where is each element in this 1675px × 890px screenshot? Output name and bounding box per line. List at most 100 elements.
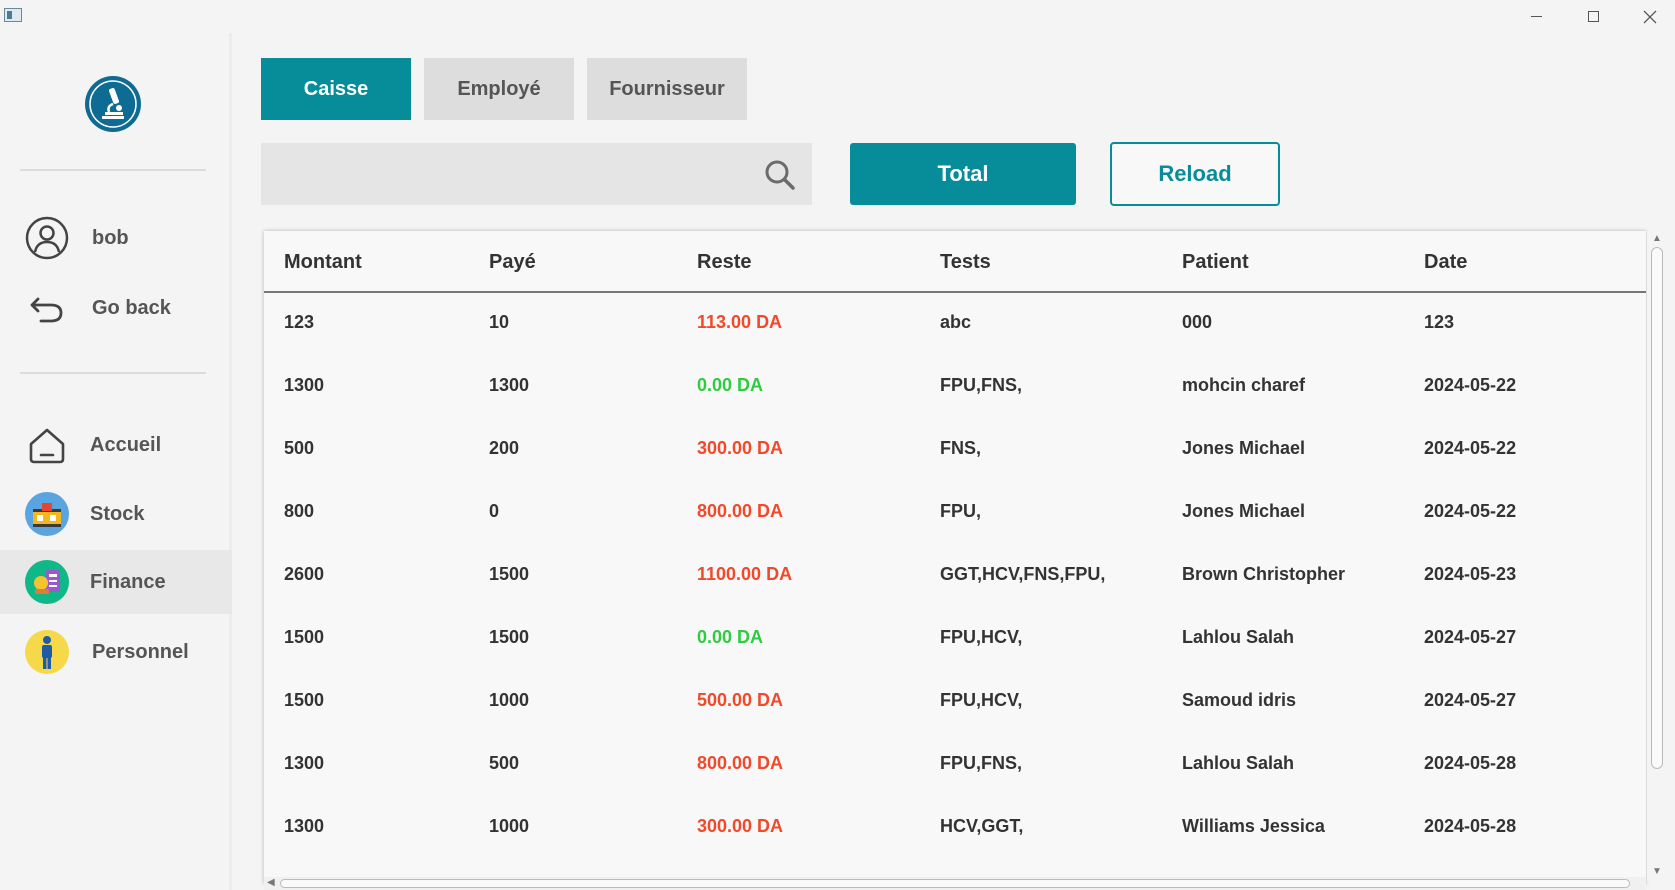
column-header-date[interactable]: Date	[1424, 251, 1467, 274]
stock-icon	[24, 491, 70, 537]
cell-reste: 113.00 DA	[697, 312, 783, 332]
finance-table: Montant Payé Reste Tests Patient Date 12…	[264, 231, 1646, 884]
cell-date: 123	[1424, 312, 1455, 332]
cell-paye: 500	[489, 753, 520, 773]
cell-paye: 1500	[489, 564, 530, 584]
user-name: bob	[92, 226, 129, 249]
cell-tests: GGT,HCV,FNS,FPU,	[940, 564, 1106, 584]
cell-tests: FPU,HCV,	[940, 627, 1023, 647]
cell-paye: 1000	[489, 690, 530, 710]
cell-date: 2024-05-28	[1424, 816, 1517, 836]
cell-patient: Jones Michael	[1182, 501, 1306, 521]
sidebar-item-finance[interactable]: Finance	[0, 550, 232, 614]
close-button[interactable]	[1622, 0, 1675, 33]
finance-icon	[24, 559, 70, 605]
sidebar-item-label: Accueil	[90, 433, 162, 456]
close-icon	[1643, 10, 1657, 23]
cell-date: 2024-05-22	[1424, 438, 1517, 458]
cell-patient: mohcin charef	[1182, 375, 1306, 395]
cell-montant: 2600	[284, 564, 325, 584]
cell-patient: Lahlou Salah	[1182, 627, 1295, 647]
sidebar-item-personnel[interactable]: Personnel	[0, 620, 232, 684]
table-row[interactable]: 500 200 300.00 DA FNS, Jones Michael 2024-05-…	[264, 419, 1646, 482]
cell-date: 2024-05-27	[1424, 690, 1517, 710]
cell-reste: 500.00 DA	[697, 690, 784, 710]
search-input[interactable]	[261, 143, 812, 205]
cell-patient: Lahlou Salah	[1182, 753, 1295, 773]
sidebar-item-accueil[interactable]: Accueil	[0, 413, 232, 477]
tab-employe[interactable]: Employé	[424, 58, 574, 120]
table-row[interactable]: 1500 1000 500.00 DA FPU,HCV, Samoud idris 202…	[264, 671, 1646, 734]
table-row[interactable]: 2600 1500 1100.00 DA GGT,HCV,FNS,FPU, Brown …	[264, 545, 1646, 608]
horizontal-scrollbar[interactable]: ◀	[264, 877, 1646, 890]
minimize-icon	[1530, 16, 1542, 17]
maximize-button[interactable]	[1565, 0, 1621, 33]
cell-montant: 1300	[284, 816, 325, 836]
reload-button[interactable]: Reload	[1110, 142, 1280, 206]
user-profile[interactable]: bob	[0, 206, 232, 270]
sidebar-item-label: Stock	[90, 502, 145, 525]
cell-montant: 500	[284, 438, 315, 458]
column-header-paye[interactable]: Payé	[489, 251, 536, 274]
vertical-scroll-thumb[interactable]	[1651, 247, 1663, 769]
microscope-logo-icon	[85, 76, 141, 132]
table-row[interactable]: 800 0 800.00 DA FPU, Jones Michael 2024-05-22	[264, 482, 1646, 545]
cell-paye: 1000	[489, 816, 530, 836]
cell-date: 2024-05-22	[1424, 375, 1517, 395]
search-icon[interactable]	[763, 158, 797, 192]
scroll-left-icon[interactable]: ◀	[267, 877, 275, 888]
horizontal-scroll-thumb[interactable]	[280, 879, 1630, 888]
cell-paye: 10	[489, 312, 510, 332]
cell-tests: HCV,GGT,	[940, 816, 1024, 836]
scroll-up-icon[interactable]: ▲	[1652, 233, 1662, 244]
table-row[interactable]: 1300 500 800.00 DA FPU,FNS, Lahlou Salah 2024…	[264, 734, 1646, 797]
column-header-montant[interactable]: Montant	[284, 251, 362, 274]
cell-paye: 1300	[489, 375, 530, 395]
cell-montant: 1500	[284, 690, 325, 710]
column-header-tests[interactable]: Tests	[940, 251, 991, 274]
tab-fournisseur[interactable]: Fournisseur	[587, 58, 747, 120]
cell-tests: FPU,FNS,	[940, 753, 1023, 773]
personnel-icon	[24, 629, 70, 675]
scroll-down-icon[interactable]: ▼	[1652, 866, 1662, 877]
vertical-scrollbar[interactable]: ▲ ▼	[1647, 231, 1667, 881]
cell-reste: 0.00 DA	[697, 375, 764, 395]
sidebar-item-label: Finance	[90, 570, 166, 593]
tab-caisse[interactable]: Caisse	[261, 58, 411, 120]
undo-arrow-icon	[24, 285, 70, 331]
column-header-patient[interactable]: Patient	[1182, 251, 1249, 274]
cell-patient: Samoud idris	[1182, 690, 1297, 710]
cell-patient: Brown Christopher	[1182, 564, 1346, 584]
cell-montant: 800	[284, 501, 315, 521]
cell-date: 2024-05-23	[1424, 564, 1517, 584]
table-row[interactable]: 1500 1500 0.00 DA FPU,HCV, Lahlou Salah 2024-…	[264, 608, 1646, 671]
go-back-label: Go back	[92, 296, 171, 319]
cell-date: 2024-05-28	[1424, 753, 1517, 773]
cell-tests: FPU,FNS,	[940, 375, 1023, 395]
sidebar-item-stock[interactable]: Stock	[0, 482, 232, 546]
cell-montant: 1300	[284, 375, 325, 395]
sidebar-item-label: Personnel	[92, 640, 189, 663]
cell-patient: 000	[1182, 312, 1213, 332]
cell-reste: 800.00 DA	[697, 501, 784, 521]
column-header-reste[interactable]: Reste	[697, 251, 751, 274]
cell-tests: FPU,	[940, 501, 982, 521]
minimize-button[interactable]	[1508, 0, 1564, 33]
go-back-button[interactable]: Go back	[0, 276, 232, 340]
table-row[interactable]: 1300 1000 300.00 DA HCV,GGT, Williams Jessic…	[264, 797, 1646, 860]
sidebar: bob Go back Accueil Stock Finance Person…	[0, 33, 232, 890]
table-header: Montant Payé Reste Tests Patient Date	[264, 231, 1646, 293]
cell-patient: Jones Michael	[1182, 438, 1306, 458]
title-bar	[0, 0, 1675, 33]
table-row[interactable]: 123 10 113.00 DA abc 000 123	[264, 293, 1646, 356]
total-button[interactable]: Total	[850, 143, 1076, 205]
sidebar-divider	[20, 372, 206, 374]
cell-tests: FNS,	[940, 438, 982, 458]
cell-date: 2024-05-27	[1424, 627, 1517, 647]
maximize-icon	[1587, 11, 1599, 22]
cell-reste: 300.00 DA	[697, 816, 784, 836]
cell-paye: 1500	[489, 627, 530, 647]
cell-tests: FPU,HCV,	[940, 690, 1023, 710]
cell-paye: 0	[489, 501, 500, 521]
table-row[interactable]: 1300 1300 0.00 DA FPU,FNS, mohcin charef 2024…	[264, 356, 1646, 419]
